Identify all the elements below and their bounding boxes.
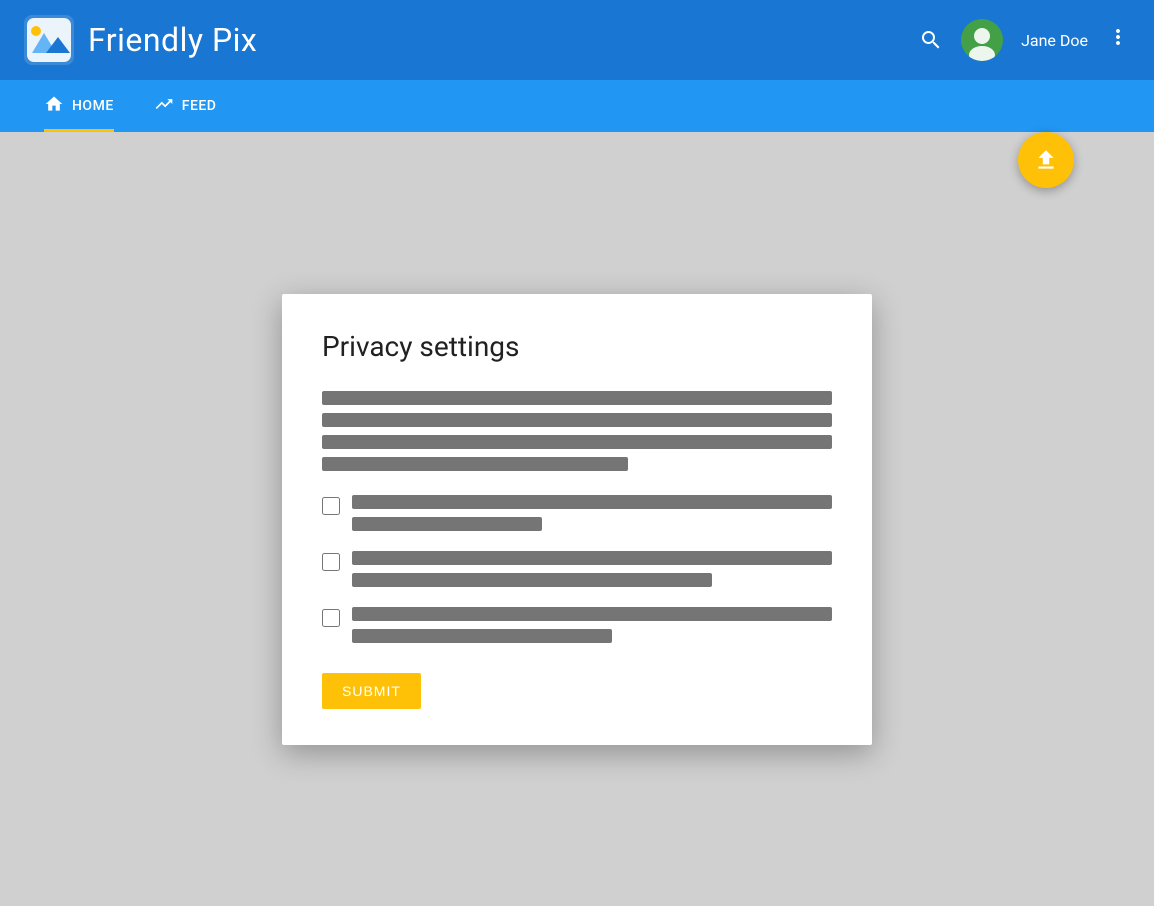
search-button[interactable]: [919, 28, 943, 52]
nav-feed[interactable]: FEED: [134, 80, 237, 132]
cb1-line1: [352, 495, 832, 509]
description-block: [322, 391, 832, 471]
desc-line-3: [322, 435, 832, 449]
cb1-label: [352, 495, 832, 531]
cb2-label: [352, 551, 832, 587]
checkbox-1[interactable]: [322, 497, 340, 515]
app-title: Friendly Pix: [88, 21, 257, 59]
desc-line-2: [322, 413, 832, 427]
top-navbar: Friendly Pix Jane Doe: [0, 0, 1154, 80]
privacy-settings-dialog: Privacy settings: [282, 294, 872, 745]
user-name: Jane Doe: [1021, 31, 1088, 50]
checkbox-item-2: [322, 551, 832, 587]
cb2-line2: [352, 573, 712, 587]
cb3-label: [352, 607, 832, 643]
brand-logo: [24, 15, 74, 65]
dialog-title: Privacy settings: [322, 330, 832, 363]
cb3-line1: [352, 607, 832, 621]
avatar-image: [961, 19, 1003, 61]
home-icon: [44, 94, 64, 119]
more-button[interactable]: [1106, 25, 1130, 55]
checkbox-3[interactable]: [322, 609, 340, 627]
upload-fab[interactable]: [1018, 132, 1074, 188]
checkbox-item-3: [322, 607, 832, 643]
cb3-line2: [352, 629, 612, 643]
nav-right: Jane Doe: [919, 19, 1130, 61]
checkbox-2[interactable]: [322, 553, 340, 571]
cb1-line2: [352, 517, 542, 531]
nav-feed-label: FEED: [182, 98, 217, 114]
home-svg: [44, 94, 64, 114]
nav-home-label: HOME: [72, 98, 114, 114]
nav-home[interactable]: HOME: [24, 80, 134, 132]
checkbox-item-1: [322, 495, 832, 531]
desc-line-1: [322, 391, 832, 405]
secondary-nav: HOME FEED: [0, 80, 1154, 132]
brand: Friendly Pix: [24, 15, 257, 65]
main-content: Privacy settings: [0, 132, 1154, 906]
feed-svg: [154, 94, 174, 114]
cb2-line1: [352, 551, 832, 565]
upload-icon: [1033, 147, 1059, 173]
submit-button[interactable]: SUBMIT: [322, 673, 421, 709]
feed-icon: [154, 94, 174, 119]
more-icon: [1106, 25, 1130, 49]
avatar[interactable]: [961, 19, 1003, 61]
search-icon: [919, 28, 943, 52]
desc-line-4: [322, 457, 628, 471]
